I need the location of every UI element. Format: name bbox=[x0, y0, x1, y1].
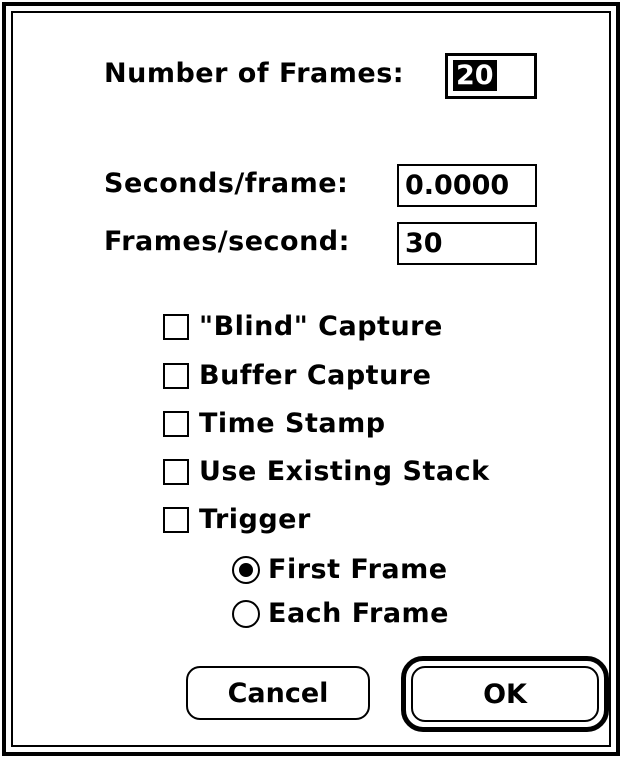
trigger-checkbox[interactable] bbox=[163, 507, 189, 533]
buffer-capture-label: Buffer Capture bbox=[199, 360, 432, 391]
use-existing-stack-option[interactable]: Use Existing Stack bbox=[163, 456, 490, 488]
trigger-option[interactable]: Trigger bbox=[163, 504, 311, 536]
first-frame-label: First Frame bbox=[268, 554, 448, 585]
ok-button[interactable]: OK bbox=[411, 666, 599, 722]
buffer-capture-option[interactable]: Buffer Capture bbox=[163, 360, 431, 392]
number-of-frames-label: Number of Frames: bbox=[104, 58, 405, 89]
buffer-capture-checkbox[interactable] bbox=[163, 363, 189, 389]
seconds-per-frame-label: Seconds/frame: bbox=[104, 168, 349, 199]
each-frame-option[interactable]: Each Frame bbox=[232, 598, 449, 630]
blind-capture-checkbox[interactable] bbox=[163, 314, 189, 340]
first-frame-radio[interactable] bbox=[232, 556, 260, 584]
frames-per-second-input[interactable]: 30 bbox=[397, 222, 537, 265]
trigger-label: Trigger bbox=[199, 504, 311, 535]
first-frame-option[interactable]: First Frame bbox=[232, 554, 448, 586]
blind-capture-label: "Blind" Capture bbox=[199, 311, 443, 342]
frames-per-second-label: Frames/second: bbox=[104, 226, 350, 257]
use-existing-stack-label: Use Existing Stack bbox=[199, 456, 490, 487]
time-stamp-label: Time Stamp bbox=[199, 408, 386, 439]
cancel-button[interactable]: Cancel bbox=[186, 666, 370, 720]
number-of-frames-input[interactable]: 20 bbox=[445, 53, 537, 99]
each-frame-radio[interactable] bbox=[232, 600, 260, 628]
blind-capture-option[interactable]: "Blind" Capture bbox=[163, 311, 443, 343]
each-frame-label: Each Frame bbox=[268, 598, 449, 629]
number-of-frames-value: 20 bbox=[453, 60, 497, 91]
time-stamp-option[interactable]: Time Stamp bbox=[163, 408, 386, 440]
use-existing-stack-checkbox[interactable] bbox=[163, 459, 189, 485]
time-stamp-checkbox[interactable] bbox=[163, 411, 189, 437]
seconds-per-frame-input[interactable]: 0.0000 bbox=[397, 164, 537, 207]
